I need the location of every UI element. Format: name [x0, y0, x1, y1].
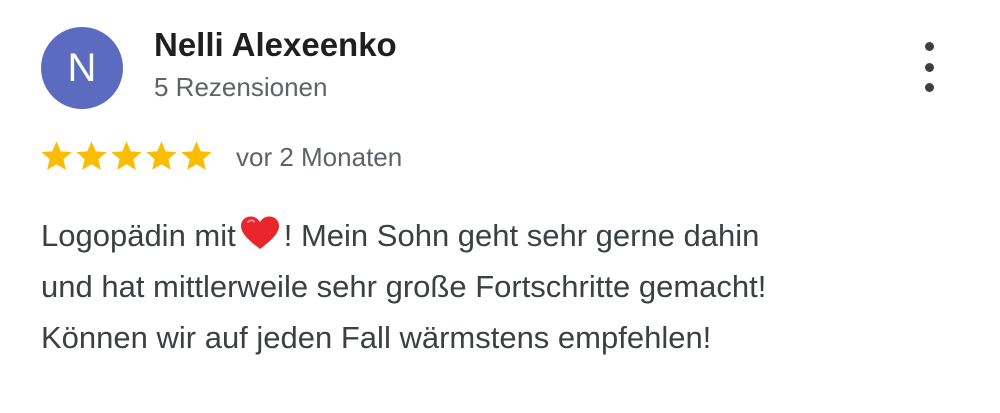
menu-dot	[924, 83, 934, 92]
review-date: vor 2 Monaten	[236, 142, 403, 172]
star-rating	[40, 140, 213, 172]
star-icon	[75, 140, 108, 172]
avatar-letter: N	[67, 45, 97, 90]
menu-dot	[924, 42, 934, 51]
star-icon	[40, 140, 73, 172]
review-card: N Nelli Alexeenko 5 Rezensionen vor 2 Mo…	[0, 0, 1000, 413]
star-icon	[145, 140, 178, 172]
heart-icon	[240, 216, 279, 249]
review-text-line-3: Können wir auf jeden Fall wärmstens empf…	[41, 320, 712, 355]
author-name[interactable]: Nelli Alexeenko	[154, 26, 397, 64]
more-vert-icon[interactable]	[912, 42, 946, 92]
review-text-part: Logopädin mit	[41, 218, 236, 253]
star-icon	[110, 140, 143, 172]
review-text-line-2: und hat mittlerweile sehr große Fortschr…	[41, 269, 767, 304]
review-count[interactable]: 5 Rezensionen	[154, 72, 327, 103]
menu-dot	[924, 62, 934, 72]
review-text-line-1: Logopädin mit ! Mein Sohn geht sehr gerne…	[41, 210, 941, 261]
avatar[interactable]: N	[41, 27, 123, 109]
star-icon	[180, 140, 213, 172]
review-text: Logopädin mit ! Mein Sohn geht sehr gerne…	[41, 210, 941, 363]
review-text-part: ! Mein Sohn geht sehr gerne dahin	[283, 218, 760, 253]
